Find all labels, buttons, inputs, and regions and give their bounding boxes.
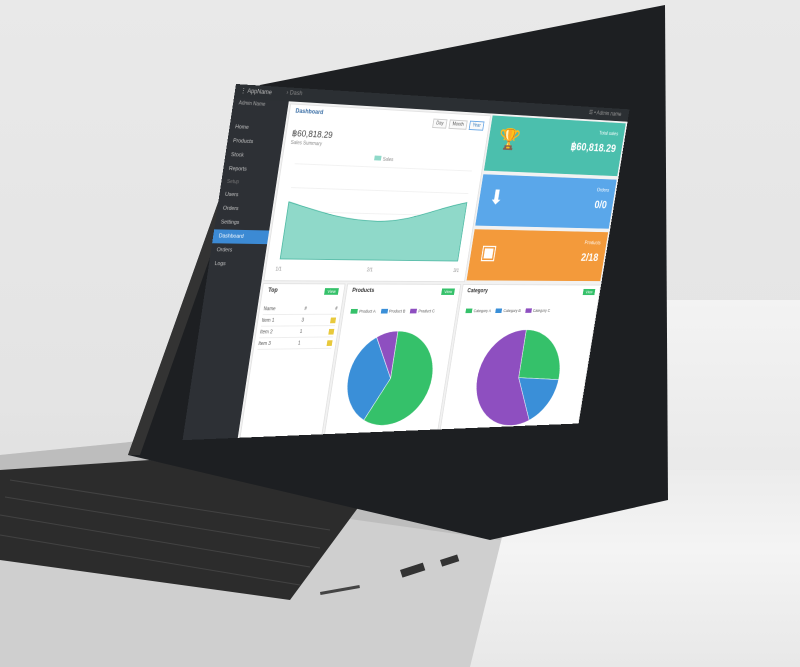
- products-pie-title: Products: [351, 288, 375, 294]
- products-view-button[interactable]: View: [441, 288, 455, 295]
- box-icon: ▣: [478, 240, 499, 264]
- legend-label: Sales: [382, 157, 394, 163]
- tab-month[interactable]: Month: [448, 119, 468, 130]
- status-badge: [326, 339, 333, 346]
- main-content: Dashboard Day Month Year ฿60,818.29 Sale…: [239, 103, 626, 440]
- top-products-table: Name # # Item 1 3 Item 2 1 Item 3 1: [257, 303, 339, 350]
- table-header: Name # #: [262, 303, 339, 316]
- sidebar-item[interactable]: Orders: [216, 202, 273, 217]
- stat-tile[interactable]: 🏆 Total sales ฿60,818.29: [483, 115, 626, 177]
- legend-label: Category B: [503, 308, 522, 313]
- table-row[interactable]: Item 3 1: [257, 337, 334, 350]
- app-brand[interactable]: ⋮ AppName: [240, 87, 272, 96]
- legend-swatch: [409, 309, 418, 314]
- category-legend: Category A Category B Category C: [465, 308, 551, 314]
- legend-swatch: [495, 308, 503, 314]
- grid-line: [295, 164, 472, 171]
- sidebar-item[interactable]: Orders: [210, 243, 267, 258]
- legend-label: Product B: [388, 308, 406, 314]
- product-name: Item 1: [261, 317, 275, 324]
- grid-line: [291, 188, 468, 194]
- category-pie-panel: Category View Category A Category B Catego…: [439, 283, 602, 432]
- product-qty: 3: [301, 317, 305, 323]
- tab-day[interactable]: Day: [432, 118, 448, 129]
- legend-entry[interactable]: Product A: [350, 309, 376, 314]
- sidebar-item[interactable]: Logs: [208, 257, 265, 271]
- top-products-title: Top: [267, 287, 279, 294]
- table-header-cell: #: [334, 305, 338, 312]
- sidebar-profile: Admin Name: [238, 100, 266, 108]
- table-header-cell: Name: [263, 305, 277, 312]
- legend-label: Product C: [418, 308, 436, 314]
- legend-label: Category A: [473, 308, 492, 314]
- x-tick-label: 3/1: [453, 268, 460, 274]
- table-row[interactable]: Item 1 3: [260, 314, 337, 327]
- sales-panel: Dashboard Day Month Year ฿60,818.29 Sale…: [263, 103, 492, 283]
- legend-entry[interactable]: Product C: [409, 308, 436, 314]
- product-qty: 1: [297, 340, 301, 346]
- view-button[interactable]: View: [324, 288, 339, 295]
- tab-year[interactable]: Year: [468, 120, 485, 131]
- legend-swatch: [465, 308, 473, 314]
- sidebar-item[interactable]: Dashboard: [212, 229, 270, 245]
- period-tabs: Day Month Year: [432, 118, 485, 131]
- pie-slice: [518, 329, 567, 380]
- products-legend: Product A Product B Product C: [350, 309, 435, 314]
- stat-tile-label: Products: [584, 240, 601, 247]
- product-name: Item 2: [259, 328, 274, 335]
- legend-entry[interactable]: Product B: [380, 308, 406, 314]
- area-series: [280, 197, 467, 261]
- legend-label: Category C: [532, 308, 551, 313]
- legend-swatch: [524, 308, 532, 314]
- sidebar-item[interactable]: Settings: [214, 215, 271, 230]
- table-row[interactable]: Item 2 1: [259, 326, 335, 339]
- category-pie-chart: [449, 322, 587, 428]
- legend-label: Product A: [358, 308, 377, 314]
- download-tray-icon: ⬇: [487, 185, 506, 209]
- products-pie-panel: Products View Product A Product B Product …: [323, 283, 462, 437]
- stat-tile-label: Orders: [596, 187, 610, 194]
- trophy-icon: 🏆: [496, 127, 522, 151]
- table-header-cell: #: [303, 305, 308, 312]
- breadcrumb[interactable]: › Dash: [286, 90, 303, 97]
- status-badge: [328, 328, 335, 335]
- products-pie-chart: [333, 323, 448, 427]
- stat-tile[interactable]: ⬇ Orders 0/0: [475, 174, 617, 229]
- page-title: Dashboard: [294, 108, 324, 117]
- category-pie-title: Category: [466, 288, 489, 295]
- stat-tile-value: 2/18: [580, 251, 600, 264]
- legend-swatch: [350, 309, 358, 314]
- stat-tile-label: Total sales: [598, 130, 619, 138]
- product-name: Item 3: [257, 340, 272, 347]
- dashboard-app: ⋮ AppName › Dash ☰ • Admin name Admin Na…: [182, 84, 630, 441]
- category-view-button[interactable]: View: [582, 288, 596, 296]
- x-tick-label: 2/1: [366, 267, 373, 273]
- stat-tile[interactable]: ▣ Products 2/18: [466, 229, 609, 282]
- screen: ⋮ AppName › Dash ☰ • Admin name Admin Na…: [0, 0, 800, 667]
- legend-entry[interactable]: Category C: [524, 308, 551, 314]
- legend-entry[interactable]: Category B: [495, 308, 522, 314]
- user-menu[interactable]: ☰ • Admin name: [588, 110, 621, 117]
- area-chart: 1/1 2/1 3/1 Sales: [275, 155, 482, 274]
- legend-entry[interactable]: Category A: [465, 309, 491, 314]
- stat-tile-value: ฿60,818.29: [569, 140, 617, 155]
- sales-value: ฿60,818.29: [291, 128, 334, 141]
- sales-subtitle: Sales Summary: [290, 139, 323, 148]
- status-badge: [330, 317, 337, 323]
- product-qty: 1: [299, 328, 303, 335]
- legend-swatch: [380, 309, 388, 314]
- x-tick-label: 1/1: [275, 267, 282, 273]
- stat-tile-value: 0/0: [593, 198, 608, 212]
- legend-swatch: [374, 155, 382, 161]
